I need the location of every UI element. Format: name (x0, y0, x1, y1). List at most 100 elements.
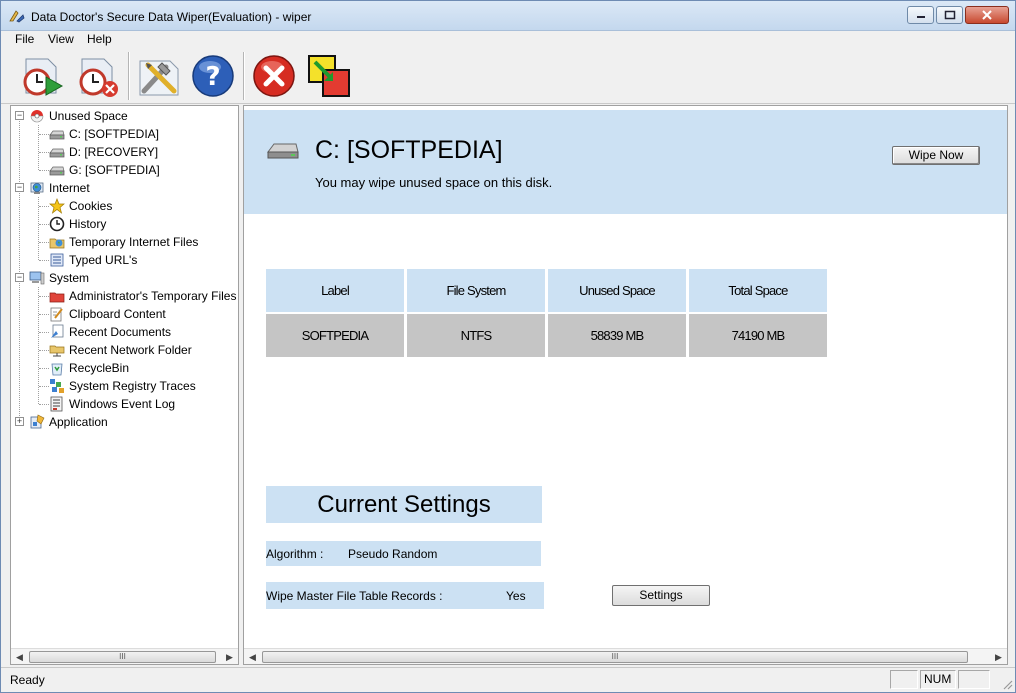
document-list-icon (50, 253, 64, 267)
scroll-left-arrow-icon[interactable]: ◀ (244, 649, 261, 664)
tree-item-label: Recent Documents (69, 325, 172, 339)
tree-expand-toggle[interactable]: + (15, 417, 24, 426)
hard-disk-icon (267, 143, 299, 159)
exit-button[interactable] (250, 51, 298, 101)
tree-item-drive-g[interactable]: G: [SOFTPEDIA] (49, 161, 160, 179)
scroll-thumb[interactable]: III (29, 651, 216, 663)
tree-collapse-toggle[interactable]: − (15, 111, 24, 120)
tree-item-admin-temp-files[interactable]: Administrator's Temporary Files (49, 287, 236, 305)
tree-item-label: Typed URL's (69, 253, 138, 267)
tree-item-label: System (49, 271, 90, 285)
tree-item-label: D: [RECOVERY] (69, 145, 159, 159)
tree-item-recyclebin[interactable]: RecycleBin (49, 359, 129, 377)
value-unused-space: 58839 MB (548, 314, 686, 357)
cancel-schedule-button[interactable] (73, 51, 121, 101)
computer-icon (29, 271, 45, 285)
clipboard-icon (50, 307, 63, 322)
switch-icon (308, 55, 350, 97)
status-num-lock: NUM (920, 670, 956, 689)
tree-item-typed-urls[interactable]: Typed URL's (49, 251, 137, 269)
tree-item-label: Clipboard Content (69, 307, 166, 321)
menu-file[interactable]: File (15, 32, 34, 46)
tree-item-label: C: [SOFTPEDIA] (69, 127, 160, 141)
clock-icon (49, 216, 65, 232)
drive-icon (49, 148, 65, 158)
tree-item-temporary-internet-files[interactable]: Temporary Internet Files (49, 233, 198, 251)
tree-item-label: Temporary Internet Files (69, 235, 199, 249)
tree-item-label: Internet (49, 181, 90, 195)
star-icon (49, 198, 65, 214)
window-title: Data Doctor's Secure Data Wiper(Evaluati… (31, 10, 312, 24)
tree-item-cookies[interactable]: Cookies (49, 197, 112, 215)
minimize-icon (916, 16, 925, 18)
schedule-wipe-icon (23, 58, 64, 96)
maximize-button[interactable] (936, 6, 963, 24)
tree-collapse-toggle[interactable]: − (15, 273, 24, 282)
app-icon (9, 10, 25, 23)
globe-icon (30, 182, 44, 194)
help-button[interactable]: ? (189, 51, 237, 101)
tree-item-application[interactable]: Application (29, 413, 108, 431)
menu-bar: File View Help (1, 31, 1015, 48)
mft-label: Wipe Master File Table Records : (266, 589, 443, 603)
tree-item-drive-d[interactable]: D: [RECOVERY] (49, 143, 158, 161)
tree-collapse-toggle[interactable]: − (15, 183, 24, 192)
settings-button[interactable]: Settings (612, 585, 710, 606)
close-icon (982, 10, 992, 20)
schedule-wipe-button[interactable] (17, 51, 65, 101)
tree-item-internet[interactable]: Internet (29, 179, 90, 197)
scroll-left-arrow-icon[interactable]: ◀ (11, 649, 28, 664)
algorithm-value: Pseudo Random (348, 547, 438, 561)
tree-item-label: Application (49, 415, 108, 429)
scroll-thumb[interactable]: III (262, 651, 968, 663)
header-unused-space: Unused Space (548, 269, 686, 312)
status-text: Ready (10, 673, 45, 687)
tree-item-label: Cookies (69, 199, 113, 213)
tree-item-clipboard-content[interactable]: Clipboard Content (49, 305, 166, 323)
close-button[interactable] (965, 6, 1009, 24)
wipe-now-button[interactable]: Wipe Now (892, 146, 980, 165)
tree-item-recent-documents[interactable]: Recent Documents (49, 323, 171, 341)
tree-item-unused-space[interactable]: Unused Space (29, 107, 128, 125)
title-bar[interactable]: Data Doctor's Secure Data Wiper(Evaluati… (1, 1, 1015, 31)
resize-grip-icon[interactable] (1001, 678, 1013, 690)
settings-tools-icon (139, 60, 179, 96)
recent-documents-icon (51, 324, 64, 338)
exit-icon (253, 55, 295, 97)
settings-tools-button[interactable] (135, 51, 183, 101)
switch-button[interactable] (305, 51, 353, 101)
disk-header: C: [SOFTPEDIA] You may wipe unused space… (244, 110, 1007, 214)
mft-value: Yes (506, 589, 526, 603)
help-icon: ? (192, 55, 234, 97)
tree-item-label: G: [SOFTPEDIA] (69, 163, 160, 177)
tree-item-label: System Registry Traces (69, 379, 196, 393)
tree-item-history[interactable]: History (49, 215, 106, 233)
tree-item-recent-network-folder[interactable]: Recent Network Folder (49, 341, 192, 359)
scroll-right-arrow-icon[interactable]: ▶ (990, 649, 1007, 664)
tree-horizontal-scrollbar[interactable]: ◀ III ▶ (11, 648, 238, 664)
status-bar: Ready NUM (1, 667, 1015, 692)
menu-view[interactable]: View (48, 32, 74, 46)
header-label: Label (266, 269, 404, 312)
disk-title: C: [SOFTPEDIA] (315, 136, 503, 164)
cancel-schedule-icon (79, 58, 118, 97)
tree-item-system[interactable]: System (29, 269, 89, 287)
status-cell-scroll (958, 670, 990, 689)
details-horizontal-scrollbar[interactable]: ◀ III ▶ (244, 648, 1007, 664)
category-tree[interactable]: − Unused Space C: [SOFTPEDIA] D: [RECOVE… (10, 105, 239, 665)
tree-item-registry-traces[interactable]: System Registry Traces (49, 377, 196, 395)
scroll-right-arrow-icon[interactable]: ▶ (221, 649, 238, 664)
value-label: SOFTPEDIA (266, 314, 404, 357)
network-folder-icon (49, 345, 65, 357)
menu-help[interactable]: Help (87, 32, 112, 46)
unused-space-icon (30, 110, 44, 123)
minimize-button[interactable] (907, 6, 934, 24)
tree-item-windows-event-log[interactable]: Windows Event Log (49, 395, 175, 413)
tree-item-label: Recent Network Folder (69, 343, 192, 357)
toolbar: ? (1, 48, 1015, 104)
algorithm-row: Algorithm : Pseudo Random (266, 541, 541, 566)
tree-item-drive-c[interactable]: C: [SOFTPEDIA] (49, 125, 159, 143)
status-cell-empty (890, 670, 918, 689)
header-total-space: Total Space (689, 269, 827, 312)
recycle-bin-icon (51, 363, 63, 376)
